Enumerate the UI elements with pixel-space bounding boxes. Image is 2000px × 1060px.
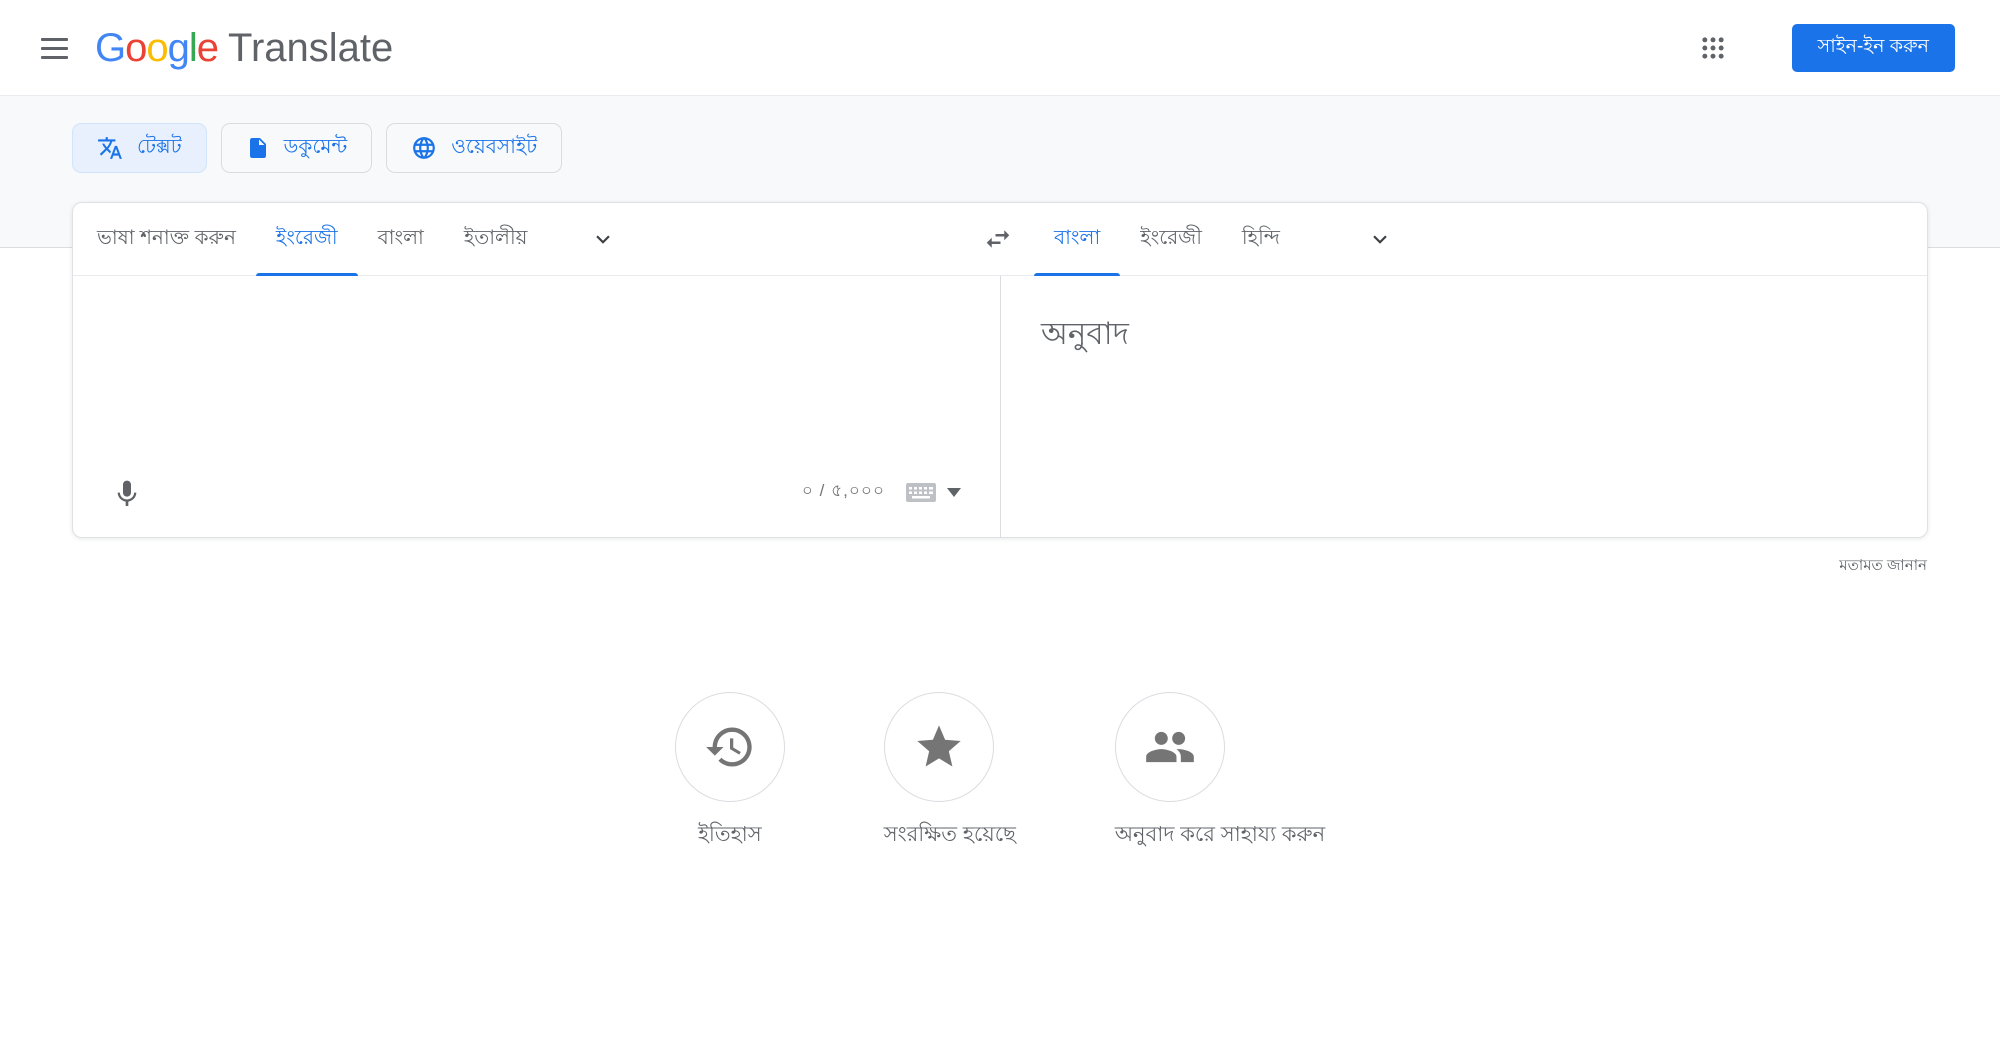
keyboard-dropdown-icon xyxy=(947,487,961,497)
target-tab-hindi[interactable]: হিন্দি xyxy=(1222,203,1300,275)
logo-google: Google xyxy=(95,25,219,70)
target-language-tabs: বাংলা ইংরেজী হিন্দি xyxy=(1001,203,1927,276)
mode-tab-label: টেক্সট xyxy=(137,135,182,158)
menu-icon xyxy=(40,37,68,41)
source-text-input[interactable] xyxy=(73,276,1000,446)
shortcuts-row: ইতিহাস সংরক্ষিত হয়েছে অনুবাদ করে সাহায্… xyxy=(0,692,2000,853)
history-shortcut[interactable]: ইতিহাস xyxy=(674,692,785,853)
document-icon xyxy=(249,138,266,158)
source-more-languages-button[interactable] xyxy=(579,215,627,263)
target-tab-bangla[interactable]: বাংলা xyxy=(1034,203,1121,276)
voice-input-button[interactable] xyxy=(103,470,151,518)
swap-languages-icon xyxy=(986,230,1010,248)
page-title: Translate xyxy=(228,25,394,70)
source-tab-detect-language[interactable]: ভাষা শনাক্ত করুন xyxy=(77,203,256,275)
translate-card: ভাষা শনাক্ত করুন ইংরেজী বাংলা ইতালীয় বা… xyxy=(72,202,1928,538)
menu-button[interactable] xyxy=(30,24,78,72)
contribute-icon xyxy=(1146,731,1194,763)
source-panel: ০ / ৫,০০০ xyxy=(73,276,1001,538)
mode-tab-label: ডকুমেন্ট xyxy=(283,135,348,158)
shortcut-label: ইতিহাস xyxy=(697,823,762,846)
signin-button[interactable]: সাইন-ইন করুন xyxy=(1791,24,1955,72)
star-icon xyxy=(917,725,961,767)
app-logo: Google Translate xyxy=(95,0,393,96)
swap-languages-button[interactable] xyxy=(974,215,1022,263)
saved-shortcut[interactable]: সংরক্ষিত হয়েছে xyxy=(883,692,1016,853)
mode-tab-text[interactable]: টেক্সট xyxy=(72,123,207,173)
contribute-shortcut[interactable]: অনুবাদ করে সাহায্য করুন xyxy=(1114,692,1326,853)
send-feedback-link[interactable]: মতামত জানান xyxy=(1839,554,1927,579)
source-tab-bangla[interactable]: বাংলা xyxy=(358,203,444,275)
translate-panels: ০ / ৫,০০০ অনুবাদ xyxy=(73,276,1927,538)
language-tabs-row: ভাষা শনাক্ত করুন ইংরেজী বাংলা ইতালীয় বা… xyxy=(73,203,1927,276)
target-more-languages-button[interactable] xyxy=(1356,215,1404,263)
app-header: Google Translate সাইন-ইন করুন xyxy=(0,0,2000,96)
target-tab-english[interactable]: ইংরেজী xyxy=(1120,203,1222,275)
target-panel: অনুবাদ xyxy=(1001,276,1927,538)
chevron-down-icon xyxy=(1373,235,1387,244)
globe-icon xyxy=(413,137,436,159)
keyboard-button[interactable] xyxy=(901,476,965,508)
chevron-down-icon xyxy=(596,235,611,244)
translate-icon xyxy=(98,137,122,159)
history-icon xyxy=(705,727,752,767)
mic-icon xyxy=(117,480,137,506)
feedback-row: মতামত জানান xyxy=(0,554,1927,579)
mode-tab-website[interactable]: ওয়েবসাইট xyxy=(386,123,563,173)
shortcut-label: অনুবাদ করে সাহায্য করুন xyxy=(1114,823,1326,846)
char-counter: ০ / ৫,০০০ xyxy=(801,481,885,500)
mode-tab-document[interactable]: ডকুমেন্ট xyxy=(220,123,373,173)
source-tab-english[interactable]: ইংরেজী xyxy=(255,203,358,276)
translation-output-placeholder: অনুবাদ xyxy=(1041,316,1129,351)
apps-grid-icon xyxy=(1702,37,1724,59)
keyboard-icon xyxy=(906,483,936,502)
source-tab-italian[interactable]: ইতালীয় xyxy=(444,203,548,275)
shortcut-label: সংরক্ষিত হয়েছে xyxy=(883,823,1016,846)
mode-tab-label: ওয়েবসাইট xyxy=(451,135,538,158)
source-language-tabs: ভাষা শনাক্ত করুন ইংরেজী বাংলা ইতালীয় xyxy=(73,203,1001,276)
apps-grid-button[interactable] xyxy=(1689,24,1737,72)
input-tools: ০ / ৫,০০০ xyxy=(802,476,965,508)
